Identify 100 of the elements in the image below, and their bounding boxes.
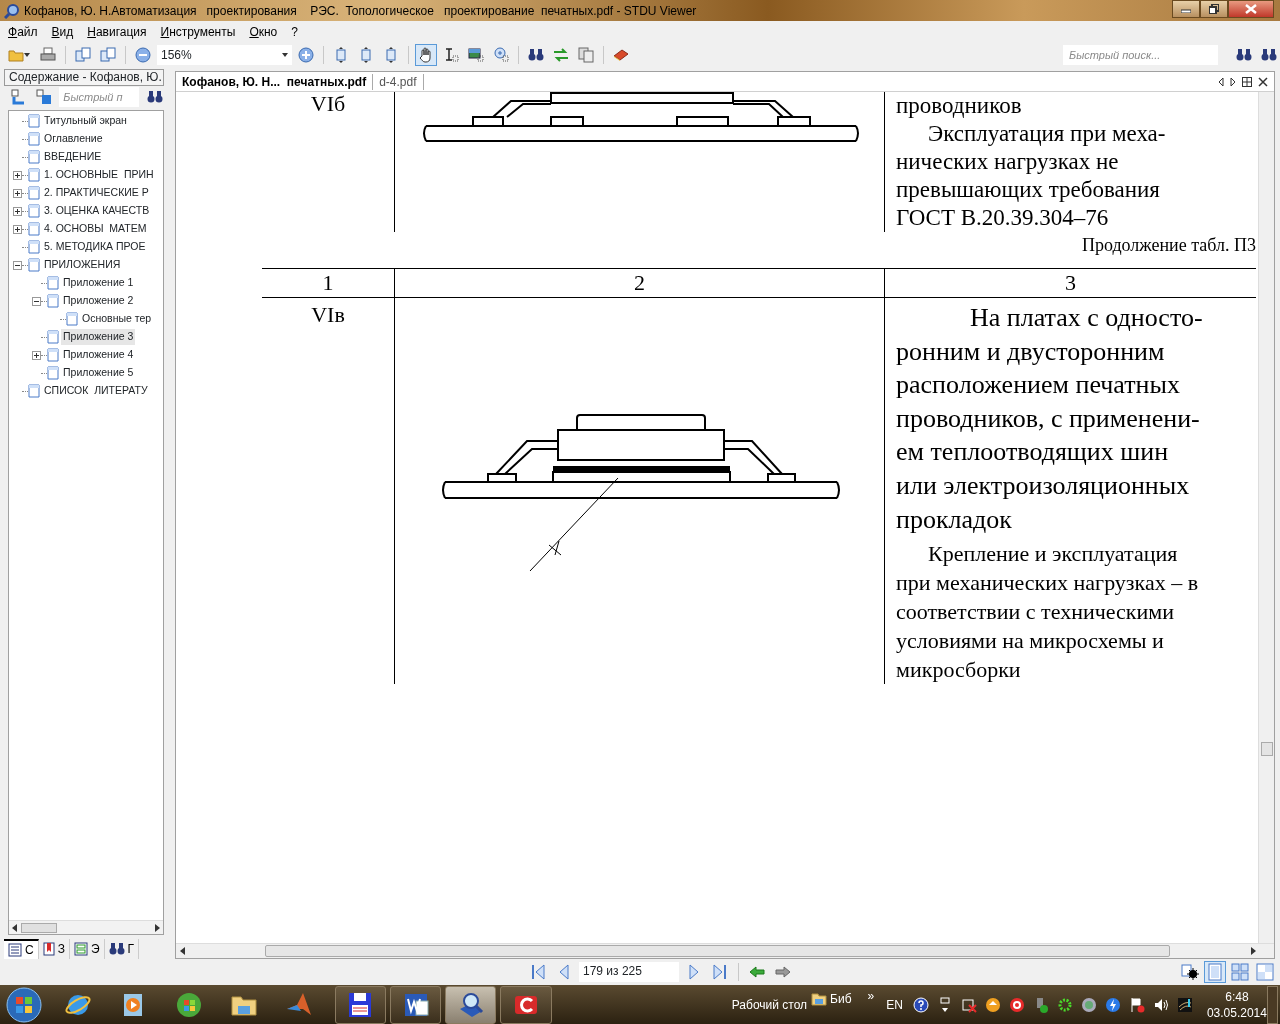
expander-button[interactable]	[13, 224, 22, 234]
update-icon[interactable]	[984, 997, 1001, 1013]
last-page-icon	[713, 964, 727, 980]
library-toolbar-label[interactable]: Биб	[830, 990, 852, 1008]
expander-button[interactable]	[13, 188, 22, 198]
page-icon	[47, 348, 59, 362]
quick-search-field[interactable]: Быстрый поиск...	[1063, 45, 1218, 65]
lightning-icon[interactable]	[1104, 997, 1121, 1013]
show-desktop-button[interactable]	[1266, 986, 1279, 1024]
caret-icon	[282, 53, 288, 57]
plus-icon	[14, 171, 21, 179]
page-icon	[66, 312, 78, 326]
menu-item[interactable]: Файл	[4, 23, 48, 41]
scroll-thumb[interactable]	[21, 922, 57, 933]
row-label: VIв	[310, 301, 346, 329]
menu-item[interactable]: Окно	[245, 23, 288, 41]
minimize-button[interactable]	[1172, 0, 1200, 18]
scroll-thumb[interactable]	[1261, 742, 1273, 756]
tree-item[interactable]: Приложение 3	[61, 329, 136, 345]
clock-time[interactable]: 6:48	[1225, 989, 1249, 1005]
scroll-right-icon	[155, 923, 160, 932]
menu-item[interactable]: Инструменты	[156, 23, 246, 41]
taskbar-app-button[interactable]	[390, 986, 442, 1024]
tree-item[interactable]: Приложение 2	[61, 293, 136, 309]
expander-button[interactable]	[32, 350, 41, 360]
taskbar-app-button[interactable]	[445, 986, 497, 1024]
previous-page-icon	[559, 964, 569, 980]
expander-button[interactable]	[13, 260, 22, 270]
taskbar-app-button[interactable]	[500, 986, 552, 1024]
page-number-field[interactable]: 179 из 225	[579, 962, 679, 982]
folder-icon	[8, 48, 24, 62]
menu-item[interactable]: Вид	[47, 23, 84, 41]
close-button[interactable]	[1228, 0, 1274, 18]
grid-view-button[interactable]	[1229, 961, 1251, 983]
binoculars-icon	[528, 48, 544, 62]
network-error-icon[interactable]	[960, 997, 977, 1013]
text-select-icon	[443, 47, 459, 63]
copy-button[interactable]	[575, 44, 597, 66]
gear-icon[interactable]	[1056, 997, 1073, 1013]
disc-icon[interactable]	[1080, 997, 1097, 1013]
document-tab[interactable]: d-4.pdf	[373, 73, 424, 90]
taskbar-app-button[interactable]	[334, 986, 386, 1024]
brightness-button[interactable]	[1179, 961, 1201, 983]
tree-item[interactable]: 1. ОСНОВНЫЕ ПРИН	[42, 167, 156, 183]
tree-item[interactable]: Оглавление	[42, 131, 105, 147]
help-icon[interactable]	[912, 997, 929, 1013]
tree-item[interactable]: 3. ОЦЕНКА КАЧЕСТВ	[42, 203, 152, 219]
tree-item[interactable]: 5. МЕТОДИКА ПРОЕ	[42, 239, 148, 255]
tree-item[interactable]: 2. ПРАКТИЧЕСКИЕ Р	[42, 185, 151, 201]
scroll-right-icon	[1251, 947, 1256, 955]
tree-item[interactable]: ВВЕДЕНИЕ	[42, 149, 104, 165]
zoom-out-button[interactable]	[132, 44, 154, 66]
pages-icon	[75, 47, 91, 63]
start-button[interactable]	[6, 986, 43, 1024]
grid-view-icon	[1231, 963, 1249, 981]
ring-icon[interactable]	[1008, 997, 1025, 1013]
tree-item[interactable]: 4. ОСНОВЫ МАТЕМ	[42, 221, 149, 237]
expander-button[interactable]	[13, 170, 22, 180]
page-icon	[28, 240, 40, 254]
toolbar-chevron[interactable]: »	[865, 987, 877, 1005]
desktop-toolbar-label[interactable]: Рабочий стол	[731, 996, 808, 1014]
plus-icon	[14, 189, 21, 197]
zoom-in-button[interactable]	[295, 44, 317, 66]
tree-item[interactable]: Приложение 5	[61, 365, 136, 381]
speaker-icon[interactable]	[1152, 997, 1169, 1013]
sidebar-title[interactable]: Содержание - Кофанов, Ю.	[4, 69, 164, 86]
menu-item[interactable]: ?	[287, 23, 308, 41]
binoculars-icon	[1261, 48, 1277, 62]
grid-icon	[1242, 76, 1252, 87]
close-tab-button[interactable]	[1256, 76, 1270, 87]
paragraph: проводников Эксплуатация при меха- нических нагрузках не превышающих требования ГОСТ В.20.39.304–76	[895, 92, 1167, 232]
clock-date[interactable]: 03.05.2014	[1206, 1005, 1267, 1021]
paragraph: На платах с односто- ронним и двусторонним расположением печатных проводников, с применени- ем теплоотводящих шин или электроизоляционных прокладок	[895, 302, 1204, 536]
zoom-combo[interactable]: 156%	[157, 45, 292, 65]
hand-tool-button[interactable]	[415, 44, 437, 66]
scroll-thumb[interactable]	[265, 945, 1170, 957]
tab-list-button[interactable]	[1240, 76, 1254, 87]
page-icon	[47, 294, 59, 308]
maximize-button[interactable]	[1200, 0, 1228, 18]
language-indicator[interactable]: EN	[886, 996, 903, 1014]
tree-item[interactable]: Титульный экран	[42, 113, 129, 129]
page-icon	[47, 366, 59, 380]
expander-button[interactable]	[13, 206, 22, 216]
tabs-right-button[interactable]	[1228, 76, 1238, 87]
zoom-value: 156%	[161, 47, 192, 64]
tree-item[interactable]: Приложение 4	[61, 347, 136, 363]
tree-item[interactable]: ПРИЛОЖЕНИЯ	[42, 257, 123, 273]
sidebar-tab[interactable]: С	[4, 939, 39, 959]
page-icon	[28, 258, 40, 272]
tree-item[interactable]: Приложение 1	[61, 275, 136, 291]
table-caption: Продолжение табл. П3	[1080, 234, 1256, 256]
contents-search-field[interactable]: Быстрый п	[59, 87, 140, 107]
paragraph: Крепление и эксплуатация при механических нагрузках – в соответствии с техническими условиями на микросхемы и микросборки	[895, 540, 1200, 685]
menu-item[interactable]: Навигация	[83, 23, 157, 41]
expander-button[interactable]	[32, 296, 41, 306]
tree-item[interactable]: СПИСОК ЛИТЕРАТУ	[42, 383, 150, 399]
tabs-left-button[interactable]	[1216, 76, 1226, 87]
document-tab[interactable]: Кофанов, Ю. Н... печатных.pdf	[176, 73, 374, 90]
flag-error-icon[interactable]	[1128, 997, 1145, 1013]
tree-item[interactable]: Основные тер	[80, 311, 154, 327]
